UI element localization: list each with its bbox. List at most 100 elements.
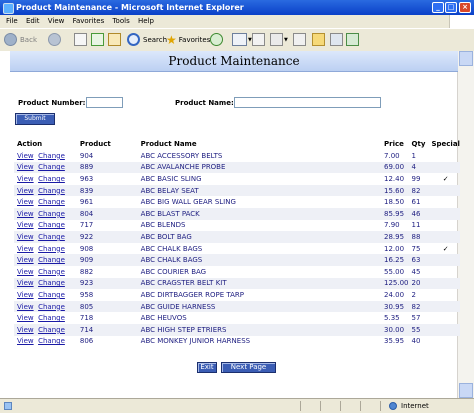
row-actions: View Change (14, 289, 77, 301)
view-link[interactable]: View (17, 256, 34, 264)
view-link[interactable]: View (17, 268, 34, 276)
change-link[interactable]: Change (38, 314, 65, 322)
maximize-button[interactable]: □ (445, 2, 457, 13)
menu-view[interactable]: View (48, 17, 65, 25)
view-link[interactable]: View (17, 303, 34, 311)
view-link[interactable]: View (17, 187, 34, 195)
refresh-button[interactable] (91, 32, 104, 47)
home-icon (108, 33, 121, 46)
view-link[interactable]: View (17, 233, 34, 241)
menu-favorites[interactable]: Favorites (73, 17, 105, 25)
submit-button[interactable]: Submit (15, 113, 55, 125)
view-link[interactable]: View (17, 152, 34, 160)
discuss-button[interactable] (293, 32, 306, 47)
change-link[interactable]: Change (38, 303, 65, 311)
close-button[interactable]: × (459, 2, 471, 13)
exit-button[interactable]: Exit (197, 362, 217, 373)
table-row: View Change 904 ABC ACCESSORY BELTS 7.00 1 (14, 150, 460, 162)
qty-cell: 75 (411, 244, 421, 253)
minimize-button[interactable]: _ (432, 2, 444, 13)
change-link[interactable]: Change (38, 152, 65, 160)
change-link[interactable]: Change (38, 198, 65, 206)
view-link[interactable]: View (17, 326, 34, 334)
stop-button[interactable] (74, 32, 87, 47)
view-link[interactable]: View (17, 175, 34, 183)
product-number-cell: 963 (79, 174, 94, 183)
special-cell (428, 336, 460, 348)
product-name-cell: ABC DIRTBAGGER ROPE TARP (140, 290, 244, 299)
table-row: View Change 717 ABC BLENDS 7.90 11 (14, 220, 460, 232)
price-cell: 28.95 (381, 231, 409, 243)
change-link[interactable]: Change (38, 163, 65, 171)
change-link[interactable]: Change (38, 210, 65, 218)
change-link[interactable]: Change (38, 291, 65, 299)
menu-help[interactable]: Help (138, 17, 154, 25)
header-product: Product (79, 140, 111, 148)
view-link[interactable]: View (17, 337, 34, 345)
change-link[interactable]: Change (38, 268, 65, 276)
product-name-cell: ABC MONKEY JUNIOR HARNESS (140, 337, 251, 346)
scroll-down-arrow-icon[interactable] (459, 383, 473, 398)
search-icon (127, 33, 140, 46)
price-cell: 69.00 (381, 161, 409, 174)
table-row: View Change 909 ABC CHALK BAGS 16.25 63 (14, 254, 460, 266)
view-link[interactable]: View (17, 314, 34, 322)
view-link[interactable]: View (17, 163, 34, 171)
change-link[interactable]: Change (38, 221, 65, 229)
view-link[interactable]: View (17, 210, 34, 218)
product-name-cell: ABC BLENDS (140, 221, 186, 230)
view-link[interactable]: View (17, 221, 34, 229)
view-link[interactable]: View (17, 279, 34, 287)
change-link[interactable]: Change (38, 175, 65, 183)
change-link[interactable]: Change (38, 279, 65, 287)
change-link[interactable]: Change (38, 337, 65, 345)
product-number-cell: 882 (79, 267, 94, 276)
favorites-button[interactable]: ★ Favorites (166, 32, 210, 47)
scroll-up-arrow-icon[interactable] (459, 51, 473, 66)
menu-tools[interactable]: Tools (112, 17, 129, 25)
row-actions: View Change (14, 220, 77, 232)
folder-button[interactable] (312, 32, 325, 47)
product-name-cell: ABC CRAGSTER BELT KIT (137, 277, 382, 290)
table-row: View Change 714 ABC HIGH STEP ETRIERS 30.00… (14, 323, 460, 336)
menu-edit[interactable]: Edit (26, 17, 40, 25)
change-link[interactable]: Change (38, 326, 65, 334)
mail-button[interactable]: ▼ (232, 32, 252, 47)
special-cell (428, 266, 460, 278)
history-button[interactable] (210, 32, 223, 47)
print-button[interactable] (252, 32, 265, 47)
row-actions: View Change (14, 161, 77, 174)
view-link[interactable]: View (17, 198, 34, 206)
next-page-button[interactable]: Next Page (221, 362, 276, 373)
window-title-bar[interactable]: Product Maintenance - Microsoft Internet… (0, 0, 474, 15)
product-number-cell: 718 (79, 314, 94, 323)
back-button[interactable]: Back (4, 32, 37, 47)
edit-icon (270, 33, 283, 46)
edit-button[interactable]: ▼ (270, 32, 288, 47)
home-button[interactable] (108, 32, 121, 47)
change-link[interactable]: Change (38, 187, 65, 195)
row-actions: View Change (14, 231, 77, 243)
stop-icon (74, 33, 87, 46)
forward-button[interactable] (48, 32, 61, 47)
table-row: View Change 961 ABC BIG WALL GEAR SLING 18.… (14, 196, 460, 208)
product-number-input[interactable] (86, 97, 123, 108)
search-button[interactable]: Search (127, 32, 167, 47)
product-number-cell: 805 (76, 300, 138, 313)
product-number-cell: 958 (79, 290, 94, 299)
table-row: View Change 908 ABC CHALK BAGS 12.00 75 ✓ (14, 243, 460, 255)
price-cell: 125.00 (381, 277, 409, 290)
product-name-input[interactable] (234, 97, 381, 108)
row-actions: View Change (14, 254, 77, 266)
change-link[interactable]: Change (38, 245, 65, 253)
view-link[interactable]: View (17, 291, 34, 299)
research-button[interactable] (330, 32, 343, 47)
table-row: View Change 718 ABC HEUVOS 5.35 57 (14, 312, 460, 324)
menu-file[interactable]: File (6, 17, 18, 25)
browser-toolbar: Back Search ★ Favorites ▼ ▼ (0, 28, 474, 52)
product-number-cell: 717 (79, 221, 94, 230)
change-link[interactable]: Change (38, 233, 65, 241)
change-link[interactable]: Change (38, 256, 65, 264)
view-link[interactable]: View (17, 245, 34, 253)
messenger-button[interactable] (346, 32, 359, 47)
